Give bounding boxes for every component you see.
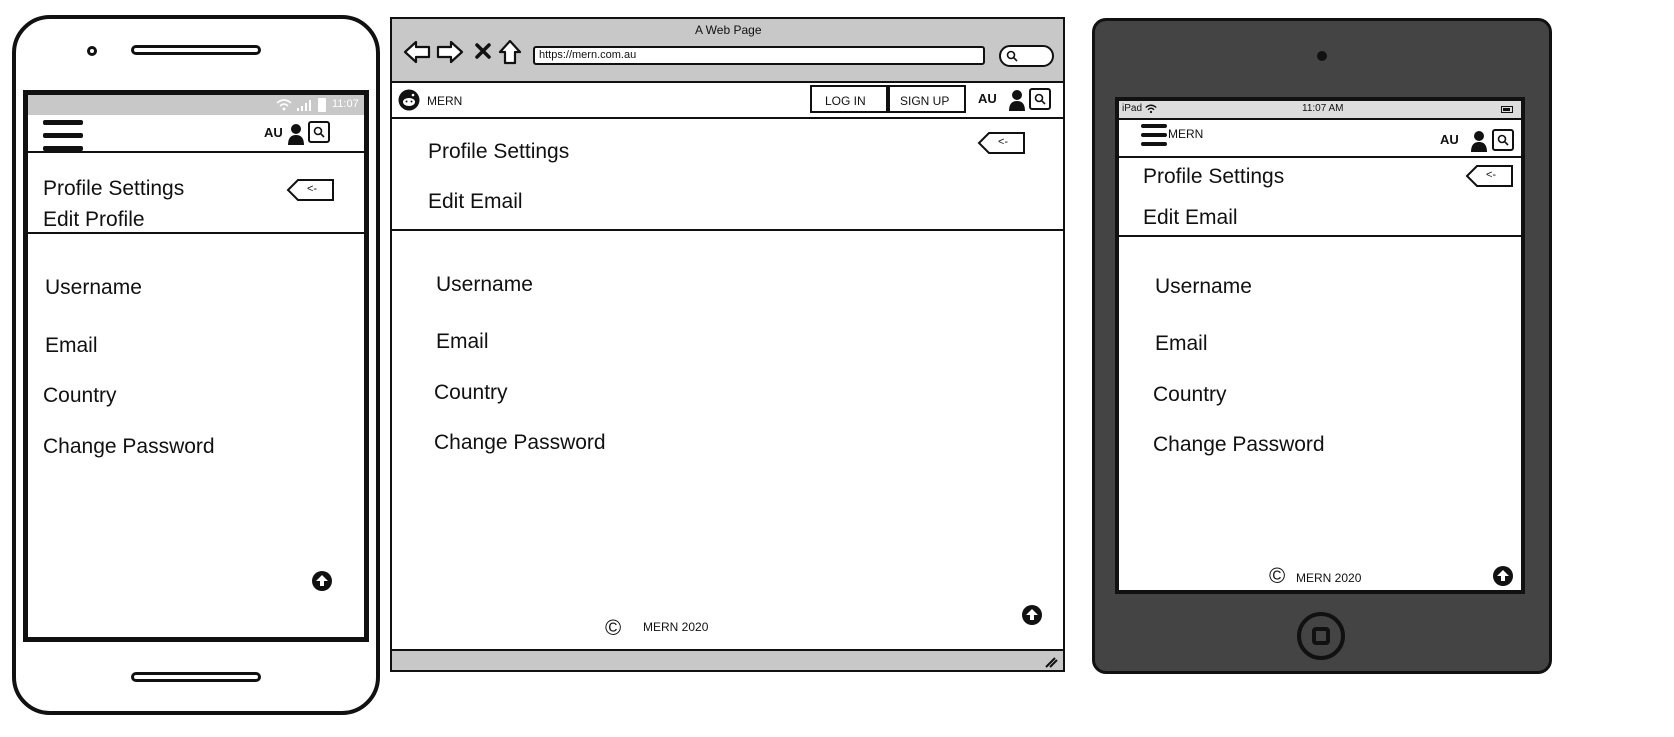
tablet-brand[interactable]: MERN — [1168, 127, 1203, 141]
url-bar[interactable]: https://mern.com.au — [533, 46, 985, 65]
login-label: LOG IN — [825, 94, 866, 108]
tablet-country-item[interactable]: Country — [1153, 383, 1227, 407]
phone-home-bar[interactable] — [131, 672, 261, 682]
phone-page-subtitle: Edit Profile — [43, 208, 145, 231]
home-square-icon — [1312, 627, 1330, 645]
browser-search-box[interactable] — [999, 45, 1054, 67]
browser-change-password-item[interactable]: Change Password — [434, 431, 606, 455]
forward-arrow-icon[interactable] — [436, 40, 464, 64]
scroll-top-icon[interactable] — [1021, 604, 1043, 626]
browser-status-bar — [392, 649, 1063, 670]
search-button[interactable] — [308, 121, 330, 143]
back-arrow-icon[interactable] — [403, 40, 431, 64]
tablet-status-time: 11:07 AM — [1302, 103, 1344, 114]
browser-window: A Web Page https://mern.com.au MERN LOG … — [390, 17, 1065, 672]
tablet-locale[interactable]: AU — [1440, 132, 1459, 147]
phone-back-button[interactable]: <- — [286, 178, 336, 202]
tablet-page-subtitle: Edit Email — [1143, 206, 1238, 229]
tablet-back-label: <- — [1486, 169, 1497, 181]
user-icon[interactable] — [287, 123, 305, 145]
url-text: https://mern.com.au — [539, 49, 637, 61]
browser-window-title: A Web Page — [695, 23, 762, 37]
phone-locale[interactable]: AU — [264, 125, 283, 140]
tablet-screen: iPad 11:07 AM MERN AU Profile Settings <… — [1115, 97, 1525, 594]
tablet-camera — [1317, 51, 1327, 61]
phone-back-label: <- — [307, 183, 318, 195]
phone-page-title: Profile Settings — [43, 177, 185, 200]
wifi-icon — [1145, 104, 1157, 114]
scroll-top-icon[interactable] — [1492, 565, 1514, 587]
battery-icon — [1501, 106, 1513, 113]
home-icon[interactable] — [498, 39, 522, 65]
login-button[interactable]: LOG IN — [810, 85, 888, 113]
signup-label: SIGN UP — [900, 94, 950, 108]
reddit-logo-icon — [398, 89, 420, 111]
browser-locale[interactable]: AU — [978, 91, 997, 106]
search-icon — [1034, 93, 1046, 105]
signup-button[interactable]: SIGN UP — [888, 85, 966, 113]
tablet-back-button[interactable]: <- — [1465, 164, 1515, 188]
tablet-email-item[interactable]: Email — [1155, 332, 1208, 356]
hamburger-menu-icon[interactable] — [43, 120, 83, 154]
phone-email-item[interactable]: Email — [45, 334, 98, 358]
browser-footer-text: MERN 2020 — [643, 620, 709, 634]
search-button[interactable] — [1029, 88, 1051, 110]
search-icon — [313, 126, 325, 138]
tablet-copyright-icon: © — [1269, 563, 1286, 588]
tablet-footer-text: MERN 2020 — [1296, 571, 1362, 585]
browser-copyright-icon: © — [605, 615, 622, 640]
browser-title-divider — [392, 229, 1063, 231]
phone-country-item[interactable]: Country — [43, 384, 117, 408]
stop-icon[interactable] — [474, 42, 492, 60]
search-button[interactable] — [1492, 129, 1514, 151]
phone-screen: 11:07 AU Profile Settings <- Edit Profil… — [23, 90, 369, 642]
browser-email-item[interactable]: Email — [436, 330, 489, 354]
tablet-username-item[interactable]: Username — [1155, 275, 1252, 299]
tablet-device-label: iPad — [1122, 103, 1143, 114]
browser-page-title: Profile Settings — [428, 140, 570, 163]
phone-status-time: 11:07 — [332, 98, 359, 110]
tablet-change-password-item[interactable]: Change Password — [1153, 433, 1325, 457]
search-icon — [1006, 50, 1018, 62]
browser-username-item[interactable]: Username — [436, 273, 533, 297]
browser-page-subtitle: Edit Email — [428, 190, 523, 213]
phone-username-item[interactable]: Username — [45, 276, 142, 300]
tablet-home-button[interactable] — [1297, 612, 1345, 660]
tablet-page-title: Profile Settings — [1143, 165, 1285, 188]
resize-grip-icon[interactable] — [1044, 656, 1058, 668]
tablet-title-divider — [1119, 235, 1521, 237]
battery-icon — [318, 98, 326, 112]
hamburger-menu-icon[interactable] — [1141, 124, 1167, 146]
wifi-icon — [276, 99, 292, 111]
user-icon[interactable] — [1008, 89, 1026, 111]
browser-back-label: <- — [998, 136, 1009, 148]
scroll-top-icon[interactable] — [311, 570, 333, 592]
phone-speaker — [131, 45, 261, 55]
phone-status-bar: 11:07 — [28, 95, 364, 115]
browser-brand[interactable]: MERN — [427, 94, 462, 108]
phone-title-divider — [28, 232, 364, 234]
phone-camera — [87, 46, 97, 56]
browser-back-button[interactable]: <- — [977, 131, 1027, 155]
browser-country-item[interactable]: Country — [434, 381, 508, 405]
signal-icon — [297, 100, 311, 111]
phone-change-password-item[interactable]: Change Password — [43, 435, 215, 459]
search-icon — [1497, 134, 1509, 146]
phone-header-divider — [28, 151, 364, 153]
user-icon[interactable] — [1470, 130, 1488, 152]
